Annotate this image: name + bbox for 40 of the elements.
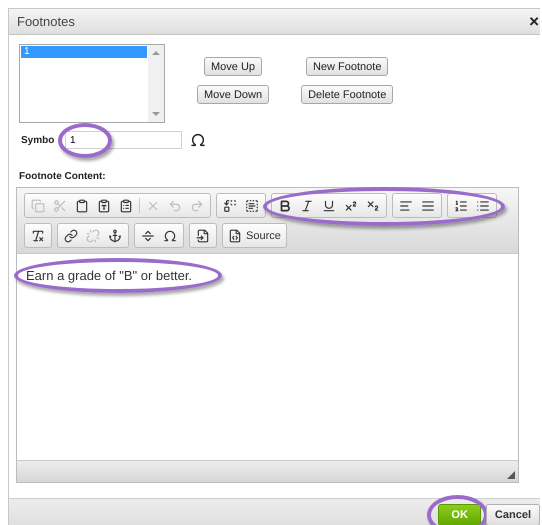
close-button[interactable]: × <box>528 12 540 32</box>
unlink-icon <box>86 228 100 242</box>
replace-icon <box>223 198 237 212</box>
undo-icon <box>168 198 182 212</box>
cut-icon <box>53 198 67 212</box>
superscript-icon <box>344 198 358 212</box>
dialog-button[interactable]: New Footnote <box>306 57 388 76</box>
bulleted-list-icon <box>476 198 490 212</box>
dialog-button[interactable]: Move Up <box>204 57 262 76</box>
dialog-button[interactable]: Delete Footnote <box>301 85 394 104</box>
underline-icon <box>322 198 336 212</box>
link-icon <box>64 228 78 242</box>
paste-word-icon <box>119 198 133 212</box>
justify-icon <box>421 198 435 212</box>
symbol-label: Symbo <box>21 134 56 146</box>
redo-icon <box>190 198 204 212</box>
paste-text-icon <box>97 198 111 212</box>
select-text-icon <box>245 198 259 212</box>
dialog-button[interactable]: Move Down <box>197 85 270 104</box>
paste-icon <box>75 198 89 212</box>
content-label: Footnote Content: <box>19 171 107 182</box>
footnote-text: Earn a grade of "B" or better. <box>26 268 192 283</box>
horizontal-rule-icon <box>141 228 155 242</box>
window-title: Footnotes <box>17 14 75 29</box>
resize-grip-icon[interactable] <box>507 471 515 479</box>
italic-icon <box>300 198 314 212</box>
source-button[interactable]: Source <box>225 226 284 245</box>
numbered-list-icon <box>454 198 468 212</box>
omega-icon[interactable] <box>190 132 206 148</box>
omega-icon <box>163 228 177 242</box>
subscript-icon <box>366 198 380 212</box>
cancel-button[interactable]: Cancel <box>486 504 540 525</box>
symbol-field[interactable]: 1 <box>65 131 182 149</box>
anchor-icon <box>108 228 122 242</box>
bold-icon <box>278 198 292 212</box>
clear-format-icon <box>31 228 45 242</box>
source-code-icon <box>228 228 242 242</box>
template-icon <box>196 228 210 242</box>
copy-icon <box>31 198 45 212</box>
align-left-icon <box>399 198 413 212</box>
